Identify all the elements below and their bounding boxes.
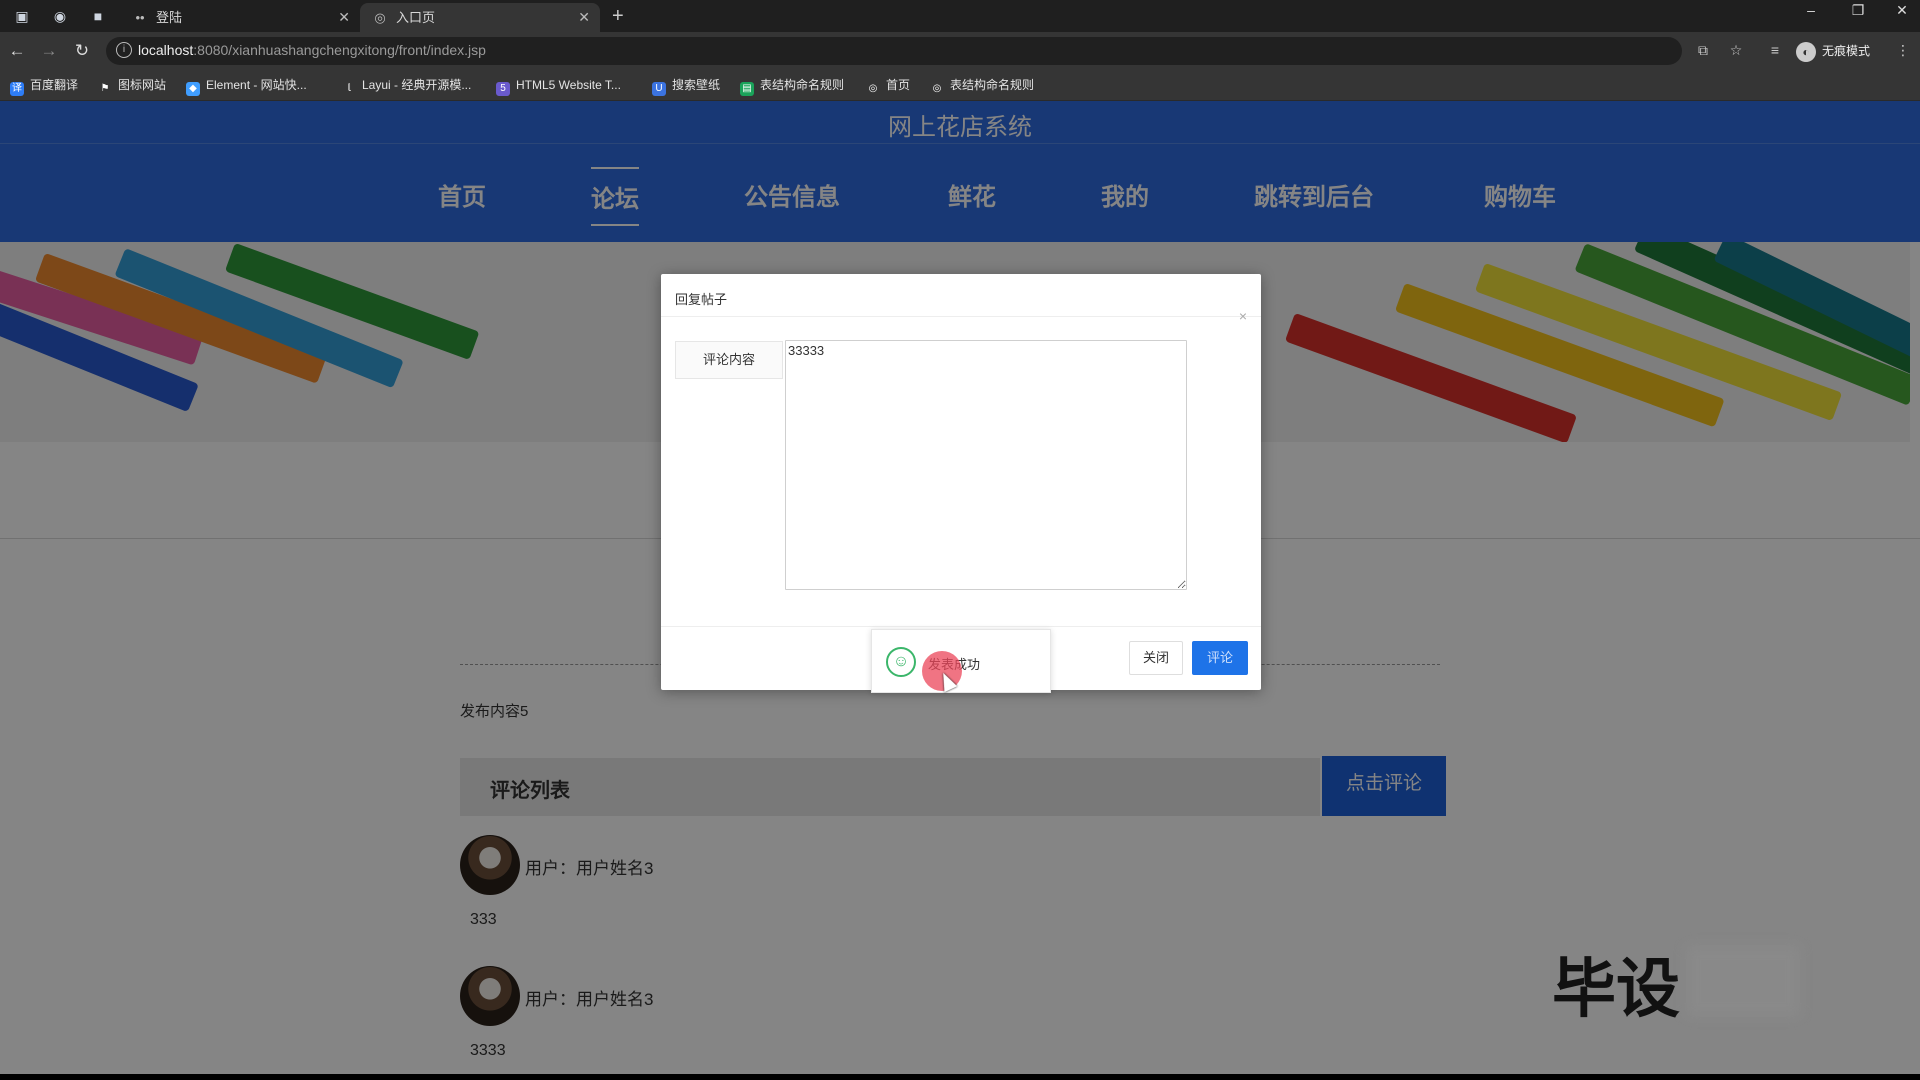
wallpaper-icon: U: [652, 82, 666, 96]
minimize-icon[interactable]: –: [1799, 2, 1823, 18]
close-icon[interactable]: ×: [1239, 308, 1247, 324]
globe-icon: ◎: [932, 83, 942, 94]
comment-content-field[interactable]: 33333: [785, 340, 1187, 590]
close-button[interactable]: 关闭: [1129, 641, 1183, 675]
url-path: :8080/xianhuashangchengxitong/front/inde…: [193, 42, 486, 58]
translate-icon: 译: [10, 82, 24, 96]
bookmark-item[interactable]: ◎ 表结构命名规则: [930, 76, 1034, 94]
dialog-title-divider: [661, 316, 1261, 317]
tab-login[interactable]: •• 登陆 ✕: [120, 3, 360, 32]
pinned-tab-icon[interactable]: ◉: [50, 6, 70, 26]
browser-tab-bar: ▣ ◉ ■ •• 登陆 ✕ ◎ 入口页 ✕ + – ❐ ✕: [0, 0, 1920, 32]
submit-comment-button[interactable]: 评论: [1192, 641, 1248, 675]
bookmark-item[interactable]: U 搜索壁纸: [652, 76, 720, 96]
watermark-blur: [1686, 945, 1800, 1017]
dialog-title: 回复帖子: [675, 292, 728, 307]
comment-content-label: 评论内容: [675, 341, 783, 379]
url-host: localhost: [138, 42, 194, 58]
tab-entry[interactable]: ◎ 入口页 ✕: [360, 3, 600, 32]
reply-post-dialog: 回复帖子 × 评论内容 33333 关闭 评论: [661, 274, 1261, 690]
star-icon[interactable]: ☆: [1727, 41, 1745, 59]
tab-actions-icon[interactable]: ▣: [12, 6, 32, 26]
incognito-icon: ◐: [1796, 41, 1816, 62]
new-tab-button[interactable]: +: [612, 4, 624, 28]
element-icon: ◆: [186, 82, 200, 96]
pinned-tab-icon[interactable]: ■: [88, 6, 108, 26]
web-page: 网上花店系统 首页 论坛 公告信息 鲜花 我的 跳转到后台 购物车 发布内容5 …: [0, 101, 1920, 1074]
back-icon[interactable]: ←: [6, 40, 28, 62]
dialog-footer-divider: [661, 626, 1261, 627]
globe-icon: ◎: [868, 83, 878, 94]
success-toast: ☺ 发表成功: [871, 629, 1051, 693]
tab-close-icon[interactable]: ✕: [578, 3, 590, 32]
sheet-icon: ▤: [740, 82, 754, 96]
menu-icon[interactable]: ⋮: [1894, 41, 1912, 59]
dots-icon: ••: [135, 10, 145, 25]
address-bar-row: ← → ↻ i localhost:8080/xianhuashangcheng…: [0, 32, 1920, 69]
watermark: 毕设: [1552, 953, 1680, 1025]
bookmark-item[interactable]: 译百度翻译: [10, 76, 78, 96]
layui-icon: 𝕝: [347, 83, 351, 94]
bookmark-item[interactable]: ▤ 表结构命名规则: [740, 76, 844, 96]
tab-close-icon[interactable]: ✕: [338, 3, 350, 32]
html5-icon: 5: [496, 82, 510, 96]
profile-button[interactable]: ◐ 无痕模式: [1796, 40, 1870, 62]
flag-icon: ⚑: [100, 83, 110, 94]
reload-icon[interactable]: ↻: [71, 40, 93, 62]
bookmarks-bar: 译百度翻译 ⚑ 图标网站 ◆ Element - 网站快... 𝕝 Layui - 经…: [0, 69, 1920, 101]
bookmark-item[interactable]: ◆ Element - 网站快...: [186, 76, 307, 96]
screen-bottom-edge: [0, 1074, 1920, 1080]
globe-icon: ◎: [374, 10, 386, 25]
smile-icon: ☺: [886, 647, 916, 677]
bookmark-item[interactable]: 5 HTML5 Website T...: [496, 76, 621, 96]
forward-icon[interactable]: →: [38, 40, 60, 62]
restore-icon[interactable]: ❐: [1846, 2, 1870, 19]
translate-icon[interactable]: ⧉: [1694, 41, 1712, 59]
bookmark-item[interactable]: ⚑ 图标网站: [98, 76, 167, 94]
close-window-icon[interactable]: ✕: [1890, 2, 1914, 19]
reading-list-icon[interactable]: ≡: [1766, 41, 1784, 59]
site-info-icon[interactable]: i: [116, 42, 132, 58]
url-input[interactable]: i localhost:8080/xianhuashangchengxitong…: [106, 37, 1682, 65]
bookmark-item[interactable]: ◎ 首页: [866, 76, 910, 94]
bookmark-item[interactable]: 𝕝 Layui - 经典开源模...: [342, 76, 471, 94]
